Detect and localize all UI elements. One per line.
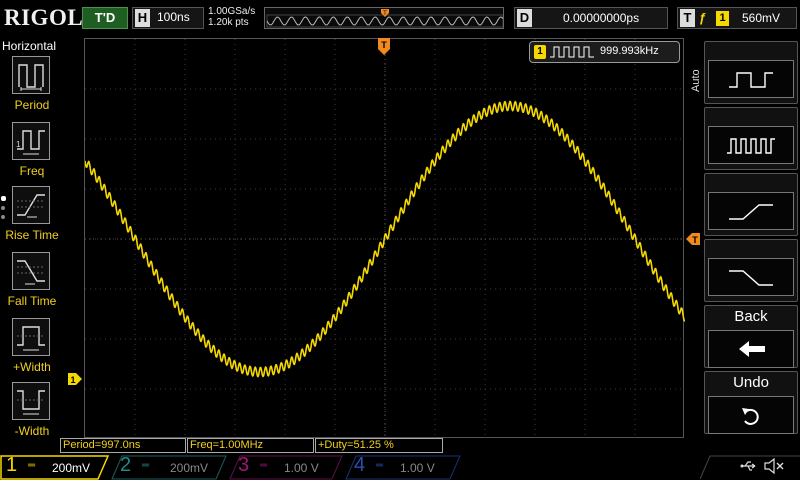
sample-rate: 1.00GSa/s — [208, 6, 256, 17]
measure-freq-button[interactable]: 1 Freq — [2, 122, 60, 184]
trigger-box[interactable]: T ƒ 1 560mV — [677, 7, 797, 29]
positive-width-icon — [12, 318, 50, 356]
channel-1-offset-marker-icon[interactable]: 1 — [68, 373, 82, 385]
channel-2-tab[interactable]: 2 ═ 200mV — [120, 454, 216, 478]
pulse-train-icon — [708, 126, 794, 164]
undo-button[interactable]: Undo — [704, 371, 798, 434]
channel-3-number: 3 — [238, 454, 250, 476]
auto-pulse-train-button[interactable] — [704, 107, 798, 170]
channel-4-scale: 1.00 V — [400, 461, 435, 475]
acquisition-info: 1.00GSa/s 1.20k pts — [208, 6, 255, 28]
back-arrow-icon — [708, 330, 794, 368]
auto-square-wave-button[interactable] — [704, 41, 798, 104]
measure-menu: Horizontal Period 1 Freq Rise Time Fall … — [0, 36, 62, 454]
trigger-source-badge: 1 — [716, 11, 729, 26]
fall-time-icon — [12, 252, 50, 290]
measurement-duty[interactable]: +Duty=51.25 % — [315, 438, 443, 453]
period-icon — [12, 56, 50, 94]
memory-overview[interactable]: T — [264, 7, 504, 29]
channel-bar: 1 ═ 200mV 2 ═ 200mV 3 ═ 1.00 V 4 ═ 1.00 … — [0, 454, 800, 480]
rise-time-label: Rise Time — [5, 228, 59, 242]
channel-1-scale: 200mV — [52, 461, 91, 475]
memory-depth: 1.20k pts — [208, 17, 249, 28]
trigger-position-marker-icon[interactable]: T — [377, 38, 391, 56]
dc-coupling-icon: ═ — [28, 460, 36, 471]
memory-overview-waveform: T — [266, 9, 503, 28]
measure-rise-time-button[interactable]: Rise Time — [2, 186, 60, 248]
rigol-logo: RIGOL — [4, 5, 84, 30]
auto-rising-edge-button[interactable] — [704, 173, 798, 236]
delay-box[interactable]: D 0.00000000ps — [514, 7, 668, 29]
frequency-icon: 1 — [12, 122, 50, 160]
delay-label: D — [517, 9, 532, 27]
measure-positive-width-button[interactable]: +Width — [2, 318, 60, 380]
rising-edge-trigger-icon: ƒ — [699, 10, 707, 25]
back-label: Back — [734, 308, 768, 325]
measure-fall-time-button[interactable]: Fall Time — [2, 252, 60, 314]
menu-title: Horizontal — [2, 39, 57, 53]
timebase-value: 100ns — [157, 10, 190, 24]
dc-coupling-icon: ═ — [142, 460, 150, 471]
positive-width-label: +Width — [13, 360, 51, 374]
trigger-level: 560mV — [742, 11, 781, 25]
svg-text:T: T — [381, 40, 387, 50]
svg-text:1: 1 — [16, 140, 21, 149]
measurement-bar: Period=997.0ns Freq=1.00MHz +Duty=51.25 … — [60, 438, 700, 454]
back-button[interactable]: Back — [704, 305, 798, 368]
frequency-counter: 1 999.993kHz — [529, 41, 680, 63]
square-wave-icon — [708, 60, 794, 98]
trigger-state-badge[interactable]: T'D — [82, 7, 128, 29]
svg-text:1: 1 — [70, 375, 75, 385]
negative-width-label: -Width — [14, 424, 50, 438]
channel-2-scale: 200mV — [170, 461, 209, 475]
channel-4-tab[interactable]: 4 ═ 1.00 V — [354, 454, 450, 478]
rise-time-icon — [12, 186, 50, 224]
measurement-freq[interactable]: Freq=1.00MHz — [187, 438, 314, 453]
channel-1-trace — [85, 100, 685, 378]
channel-1-waveform — [85, 100, 685, 378]
falling-edge-icon — [708, 258, 794, 296]
undo-label: Undo — [733, 374, 769, 391]
measure-period-button[interactable]: Period — [2, 56, 60, 118]
measure-negative-width-button[interactable]: -Width — [2, 382, 60, 444]
channel-1-number: 1 — [6, 454, 18, 476]
trigger-level-marker-icon[interactable]: T — [686, 233, 700, 245]
timebase-box[interactable]: H 100ns — [132, 7, 204, 29]
usb-icon — [740, 461, 756, 471]
delay-value: 0.00000000ps — [563, 11, 640, 25]
status-bar: RIGOL T'D H 100ns 1.00GSa/s 1.20k pts T … — [0, 0, 800, 36]
channel-3-scale: 1.00 V — [284, 461, 319, 475]
counter-value: 999.993kHz — [600, 45, 659, 57]
svg-text:T: T — [692, 235, 698, 245]
measurement-period[interactable]: Period=997.0ns — [60, 438, 186, 453]
negative-width-icon — [12, 382, 50, 420]
fall-time-label: Fall Time — [7, 294, 57, 308]
trigger-label: T — [680, 9, 695, 27]
waveform-display[interactable] — [84, 38, 685, 439]
freq-label: Freq — [19, 164, 45, 178]
svg-text:T: T — [383, 11, 387, 17]
dc-coupling-icon: ═ — [376, 460, 384, 471]
rising-edge-icon — [708, 192, 794, 230]
counter-channel-badge: 1 — [534, 45, 546, 59]
period-label: Period — [14, 98, 50, 112]
auto-falling-edge-button[interactable] — [704, 239, 798, 302]
channel-2-number: 2 — [120, 454, 132, 476]
channel-1-tab[interactable]: 1 ═ 200mV — [6, 454, 102, 478]
channel-3-tab[interactable]: 3 ═ 1.00 V — [238, 454, 334, 478]
undo-icon — [708, 396, 794, 434]
dc-coupling-icon: ═ — [260, 460, 268, 471]
speaker-muted-icon[interactable] — [763, 457, 785, 475]
horizontal-label: H — [135, 9, 150, 27]
channel-4-number: 4 — [354, 454, 366, 476]
pulse-train-icon — [550, 46, 594, 58]
auto-mode-label: Auto — [690, 69, 702, 92]
